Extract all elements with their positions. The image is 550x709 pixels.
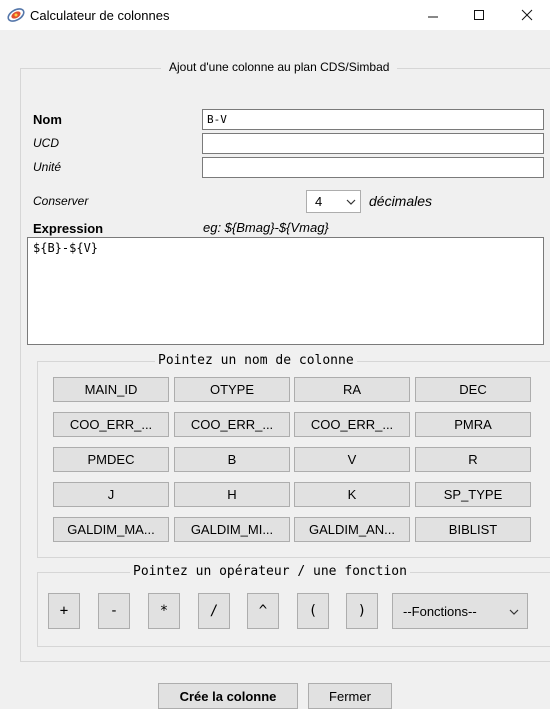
- column-button[interactable]: GALDIM_MI...: [174, 517, 290, 542]
- column-button[interactable]: J: [53, 482, 169, 507]
- column-button[interactable]: COO_ERR_...: [174, 412, 290, 437]
- ucd-label: UCD: [33, 136, 59, 150]
- column-button[interactable]: K: [294, 482, 410, 507]
- chevron-down-icon: [509, 609, 519, 615]
- ucd-field[interactable]: [202, 133, 544, 154]
- add-column-panel: Ajout d'une colonne au plan CDS/Simbad N…: [20, 60, 550, 662]
- expression-label: Expression: [33, 221, 104, 236]
- operator-plus-button[interactable]: +: [48, 593, 80, 629]
- unite-field[interactable]: [202, 157, 544, 178]
- column-button[interactable]: GALDIM_MA...: [53, 517, 169, 542]
- column-button[interactable]: PMRA: [415, 412, 531, 437]
- column-button[interactable]: B: [174, 447, 290, 472]
- column-button[interactable]: MAIN_ID: [53, 377, 169, 402]
- decimals-suffix: décimales: [369, 193, 433, 209]
- close-button[interactable]: Fermer: [308, 683, 392, 709]
- nom-field[interactable]: B-V: [202, 109, 544, 130]
- operator-open-paren-button[interactable]: (: [297, 593, 329, 629]
- create-column-button[interactable]: Crée la colonne: [158, 683, 298, 709]
- expression-input[interactable]: ${B}-${V}: [27, 237, 544, 345]
- minimize-icon: [428, 16, 438, 18]
- operators-group-title: Pointez un opérateur / une fonction: [130, 564, 410, 579]
- unite-label: Unité: [33, 160, 62, 174]
- operator-close-paren-button[interactable]: ): [346, 593, 378, 629]
- operator-divide-button[interactable]: /: [198, 593, 230, 629]
- maximize-icon: [474, 10, 484, 20]
- title-bar: Calculateur de colonnes: [0, 0, 550, 30]
- operator-power-button[interactable]: ^: [247, 593, 279, 629]
- panel-title: Ajout d'une colonne au plan CDS/Simbad: [161, 60, 398, 74]
- window-title: Calculateur de colonnes: [30, 8, 170, 23]
- functions-select-label: --Fonctions--: [403, 604, 477, 619]
- decimals-select[interactable]: 4: [306, 190, 361, 213]
- column-button[interactable]: SP_TYPE: [415, 482, 531, 507]
- column-button[interactable]: OTYPE: [174, 377, 290, 402]
- close-icon: [521, 9, 533, 21]
- column-button[interactable]: RA: [294, 377, 410, 402]
- column-button[interactable]: BIBLIST: [415, 517, 531, 542]
- column-button[interactable]: H: [174, 482, 290, 507]
- column-button[interactable]: PMDEC: [53, 447, 169, 472]
- column-button[interactable]: COO_ERR_...: [294, 412, 410, 437]
- maximize-button[interactable]: [456, 0, 502, 30]
- decimals-value: 4: [315, 194, 323, 209]
- operator-multiply-button[interactable]: *: [148, 593, 180, 629]
- nom-label: Nom: [33, 112, 62, 127]
- operator-minus-button[interactable]: -: [98, 593, 130, 629]
- column-button[interactable]: GALDIM_AN...: [294, 517, 410, 542]
- minimize-button[interactable]: [410, 0, 456, 30]
- app-logo-icon: [7, 8, 25, 22]
- column-button[interactable]: DEC: [415, 377, 531, 402]
- close-window-button[interactable]: [504, 0, 550, 30]
- conserver-label: Conserver: [33, 194, 89, 208]
- column-button[interactable]: V: [294, 447, 410, 472]
- column-button[interactable]: R: [415, 447, 531, 472]
- chevron-down-icon: [346, 199, 356, 205]
- functions-select[interactable]: --Fonctions--: [392, 593, 528, 629]
- columns-group-title: Pointez un nom de colonne: [155, 353, 357, 368]
- column-button[interactable]: COO_ERR_...: [53, 412, 169, 437]
- expression-example: eg: ${Bmag}-${Vmag}: [203, 220, 329, 235]
